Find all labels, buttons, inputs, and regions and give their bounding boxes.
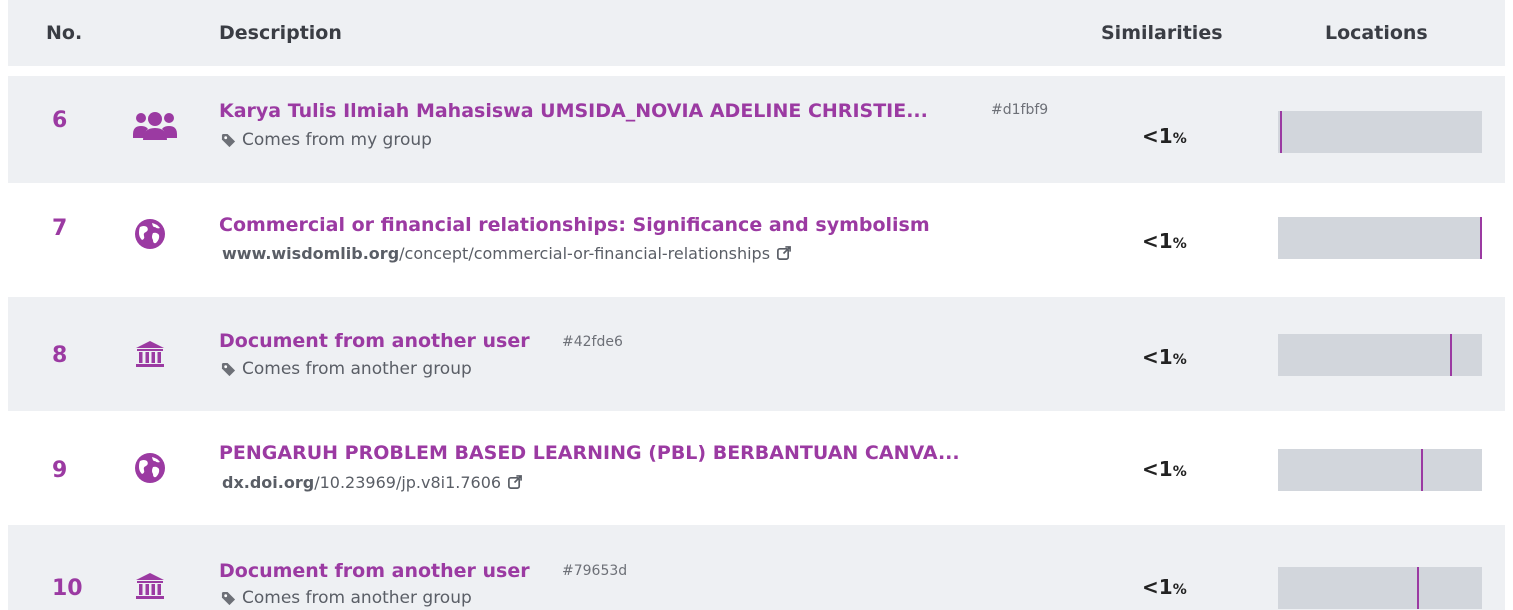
location-bar[interactable] bbox=[1278, 111, 1482, 153]
institution-icon bbox=[135, 573, 165, 605]
source-tag: Comes from my group bbox=[221, 130, 432, 150]
table-row[interactable]: 9 PENGARUH PROBLEM BASED LEARNING (PBL) … bbox=[8, 411, 1505, 525]
source-title[interactable]: Commercial or financial relationships: S… bbox=[219, 214, 930, 236]
table-row[interactable]: 10 Document from another user #79653d Co… bbox=[8, 525, 1505, 610]
similarity-value: <1% bbox=[1142, 575, 1187, 599]
source-link[interactable]: www.wisdomlib.org/concept/commercial-or-… bbox=[222, 244, 791, 263]
similarity-value: <1% bbox=[1142, 124, 1187, 148]
location-marker bbox=[1280, 111, 1282, 153]
row-number: 7 bbox=[52, 216, 68, 241]
location-marker bbox=[1417, 567, 1419, 609]
similarity-percent: % bbox=[1172, 236, 1187, 252]
row-number: 6 bbox=[52, 108, 68, 133]
similarity-percent: % bbox=[1172, 131, 1187, 147]
similarity-number: <1 bbox=[1142, 575, 1173, 599]
source-title[interactable]: Karya Tulis Ilmiah Mahasiswa UMSIDA_NOVI… bbox=[219, 100, 928, 122]
location-bar[interactable] bbox=[1278, 334, 1482, 376]
row-number: 10 bbox=[52, 576, 83, 601]
source-title[interactable]: Document from another user bbox=[219, 330, 530, 352]
similarity-percent: % bbox=[1172, 352, 1187, 368]
location-marker bbox=[1480, 217, 1482, 259]
header-similarities: Similarities bbox=[1101, 22, 1223, 44]
similarity-number: <1 bbox=[1142, 457, 1173, 481]
table-row[interactable]: 6 Karya Tulis Ilmiah Mahasiswa UMSIDA_NO… bbox=[8, 76, 1505, 190]
tag-icon bbox=[221, 133, 236, 147]
external-link-icon bbox=[508, 475, 522, 489]
similarity-percent: % bbox=[1172, 464, 1187, 480]
source-tag-label: Comes from my group bbox=[242, 130, 432, 150]
row-number: 9 bbox=[52, 458, 68, 483]
link-domain: dx.doi.org bbox=[222, 473, 315, 492]
location-bar[interactable] bbox=[1278, 567, 1482, 609]
row-number: 8 bbox=[52, 343, 68, 368]
similarity-value: <1% bbox=[1142, 457, 1187, 481]
similarity-number: <1 bbox=[1142, 345, 1173, 369]
similarity-value: <1% bbox=[1142, 345, 1187, 369]
source-tag: Comes from another group bbox=[221, 359, 472, 379]
source-hash: #d1fbf9 bbox=[991, 102, 1049, 118]
link-domain: www.wisdomlib.org bbox=[222, 244, 400, 263]
source-hash: #42fde6 bbox=[562, 334, 623, 350]
tag-icon bbox=[221, 362, 236, 376]
globe-icon bbox=[134, 218, 166, 254]
institution-icon bbox=[135, 341, 165, 373]
header-description: Description bbox=[219, 22, 342, 44]
link-path: /concept/commercial-or-financial-relatio… bbox=[399, 244, 771, 263]
globe-icon bbox=[134, 452, 166, 488]
source-title[interactable]: PENGARUH PROBLEM BASED LEARNING (PBL) BE… bbox=[219, 442, 960, 464]
similarity-number: <1 bbox=[1142, 229, 1173, 253]
location-bar[interactable] bbox=[1278, 217, 1482, 259]
group-icon bbox=[132, 110, 178, 144]
tag-icon bbox=[221, 591, 236, 605]
location-bar[interactable] bbox=[1278, 449, 1482, 491]
header-no: No. bbox=[46, 22, 83, 44]
location-marker bbox=[1421, 449, 1423, 491]
source-tag: Comes from another group bbox=[221, 588, 472, 608]
source-tag-label: Comes from another group bbox=[242, 588, 472, 608]
table-row[interactable]: 8 Document from another user #42fde6 Com… bbox=[8, 297, 1505, 411]
source-link[interactable]: dx.doi.org/10.23969/jp.v8i1.7606 bbox=[222, 473, 522, 492]
source-tag-label: Comes from another group bbox=[242, 359, 472, 379]
table-row[interactable]: 7 Commercial or financial relationships:… bbox=[8, 183, 1505, 297]
table-header: No. Description Similarities Locations bbox=[8, 0, 1505, 66]
source-hash: #79653d bbox=[562, 563, 628, 579]
source-title[interactable]: Document from another user bbox=[219, 560, 530, 582]
location-marker bbox=[1450, 334, 1452, 376]
similarity-value: <1% bbox=[1142, 229, 1187, 253]
similarity-number: <1 bbox=[1142, 124, 1173, 148]
header-locations: Locations bbox=[1325, 22, 1428, 44]
similarity-percent: % bbox=[1172, 582, 1187, 598]
link-path: /10.23969/jp.v8i1.7606 bbox=[314, 473, 502, 492]
external-link-icon bbox=[777, 246, 791, 260]
